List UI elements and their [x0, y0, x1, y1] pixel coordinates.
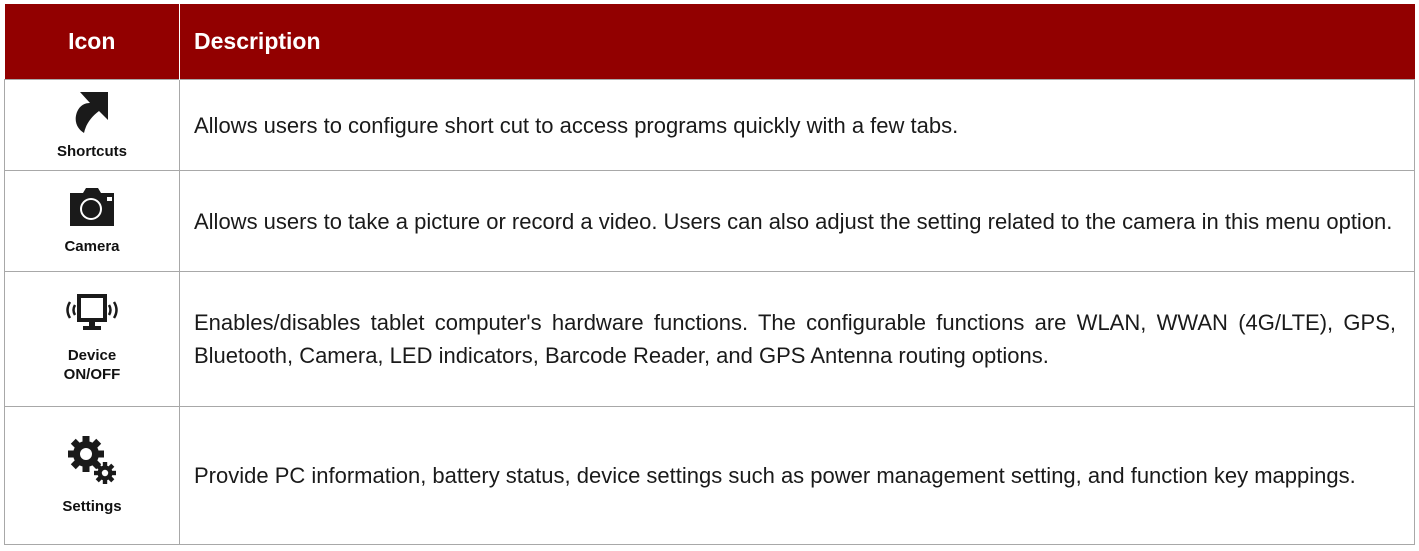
settings-description: Provide PC information, battery status, … — [179, 406, 1415, 545]
icon-cell: Device ON/OFF — [4, 271, 180, 407]
icon-column-header: Icon — [4, 4, 180, 80]
shortcuts-description: Allows users to configure short cut to a… — [179, 79, 1415, 171]
device-monitor-wireless-icon — [66, 294, 118, 330]
settings-gears-icon — [68, 436, 116, 484]
settings-icon-box: Settings — [5, 435, 179, 516]
camera-icon-box: Camera — [5, 187, 179, 256]
shortcuts-label: Shortcuts — [56, 142, 127, 160]
description-column-header: Description — [179, 4, 1415, 80]
table-row: Device ON/OFF Enables/disables tablet co… — [4, 271, 1415, 407]
icon-description-table-wrapper: Icon Description Shortcuts Allows users … — [4, 4, 1415, 545]
settings-label: Settings — [62, 498, 122, 515]
shortcuts-icon-box: Shortcuts — [5, 90, 179, 161]
icon-cell: Shortcuts — [4, 79, 180, 171]
icon-cell: Camera — [4, 170, 180, 272]
camera-description: Allows users to take a picture or record… — [179, 170, 1415, 272]
table-header-row: Icon Description — [4, 4, 1415, 80]
device-icon-box: Device ON/OFF — [5, 294, 179, 384]
icon-description-table: Icon Description Shortcuts Allows users … — [4, 4, 1415, 545]
camera-label: Camera — [64, 237, 120, 255]
shortcut-arrow-icon — [75, 91, 108, 133]
table-row: Camera Allows users to take a picture or… — [4, 170, 1415, 272]
device-on-off-description: Enables/disables tablet computer's hardw… — [179, 271, 1415, 407]
icon-cell: Settings — [4, 406, 180, 545]
table-row: Shortcuts Allows users to configure shor… — [4, 79, 1415, 171]
table-row: Settings Provide PC information, battery… — [4, 406, 1415, 545]
camera-icon — [70, 187, 114, 226]
device-on-off-label: Device ON/OFF — [63, 347, 121, 383]
